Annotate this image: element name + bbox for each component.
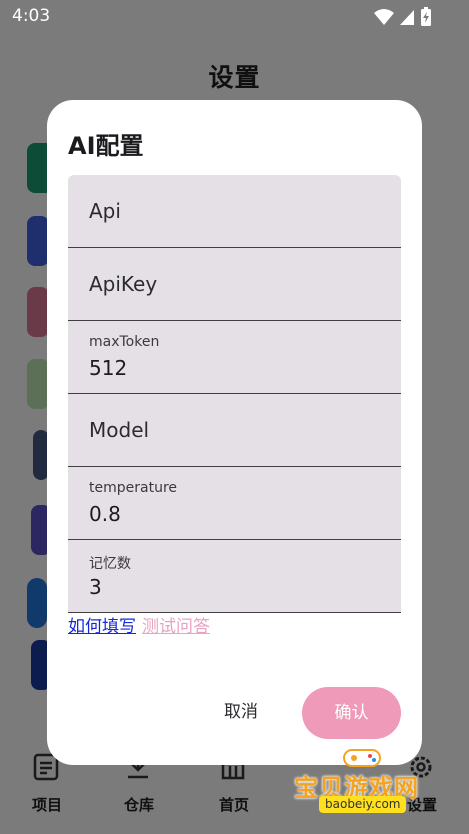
memory-field[interactable]: 记忆数 3 [68,540,401,613]
memory-label: 记忆数 [89,556,131,572]
temperature-label: temperature [89,480,177,496]
apikey-field[interactable]: ApiKey [68,248,401,321]
apikey-placeholder: ApiKey [89,272,158,296]
dialog-title: AI配置 [68,132,144,160]
api-placeholder: Api [89,199,121,223]
config-fields: Api ApiKey maxToken 512 Model temperatur… [68,175,401,613]
temperature-value: 0.8 [89,502,121,526]
test-qa-link[interactable]: 测试问答 [142,617,210,637]
ai-config-dialog: AI配置 Api ApiKey maxToken 512 Model tempe… [47,100,422,765]
screen: 4:03 设置 项目 仓库 首页 设置 AI配置 Api ApiKey maxT… [0,0,469,834]
model-placeholder: Model [89,418,150,442]
model-field[interactable]: Model [68,394,401,467]
cancel-button[interactable]: 取消 [207,688,275,736]
help-link[interactable]: 如何填写 [68,617,136,637]
maxtoken-value: 512 [89,356,128,380]
maxtoken-field[interactable]: maxToken 512 [68,321,401,394]
dialog-links: 如何填写 测试问答 [68,612,210,637]
watermark-url: baobeiy.com [319,796,407,813]
maxtoken-label: maxToken [89,334,160,350]
memory-value: 3 [89,575,102,599]
api-field[interactable]: Api [68,175,401,248]
watermark: 宝贝游戏网 baobeiy.com [292,740,442,830]
gamepad-logo-icon [343,749,381,767]
confirm-button[interactable]: 确认 [302,687,401,739]
temperature-field[interactable]: temperature 0.8 [68,467,401,540]
